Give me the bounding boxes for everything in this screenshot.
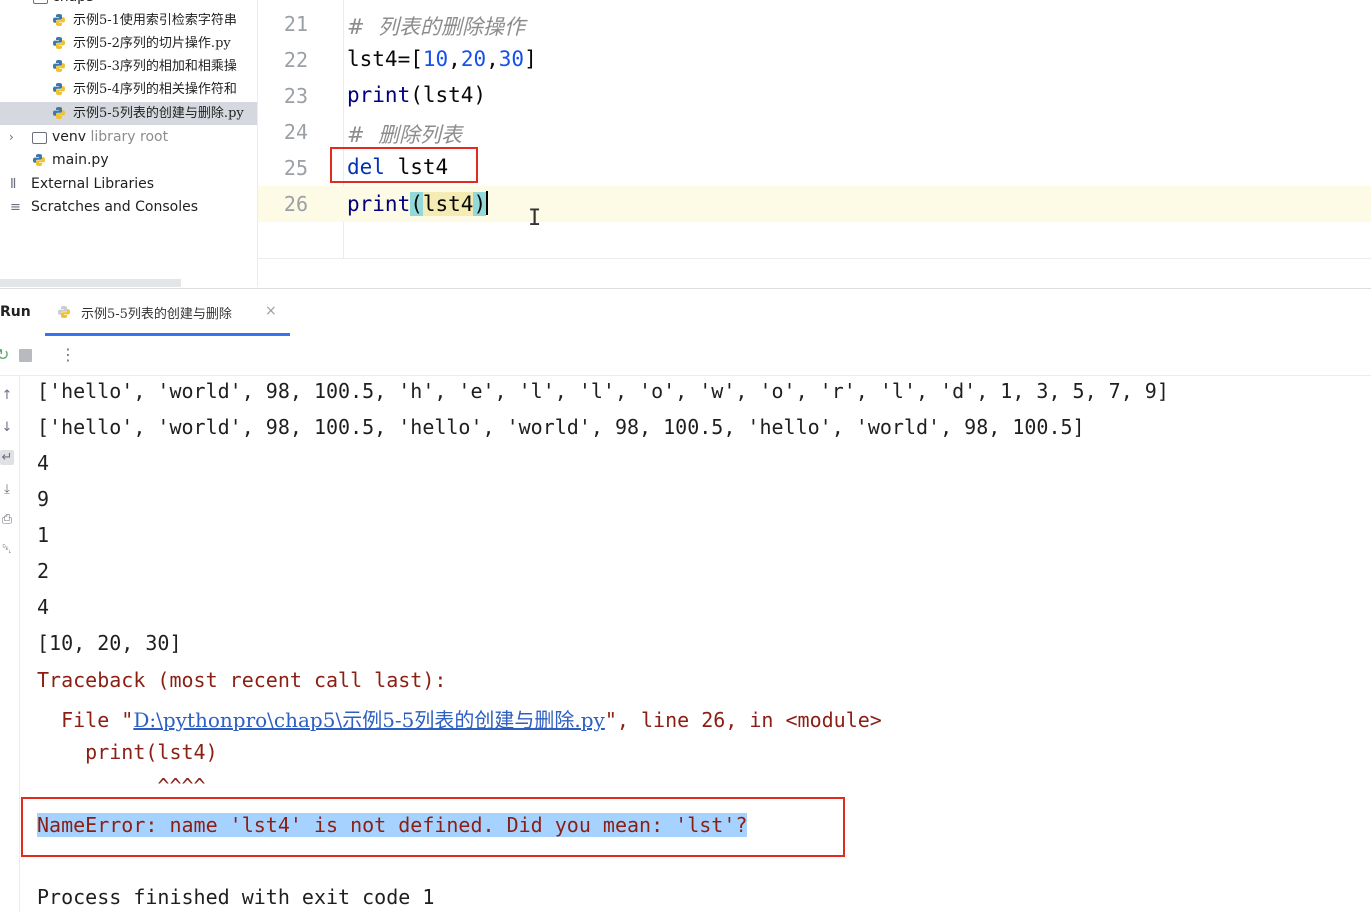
traceback-carets: ^^^^ bbox=[37, 774, 206, 798]
close-icon[interactable]: × bbox=[265, 303, 277, 319]
tree-scratches[interactable]: ≡ Scratches and Consoles bbox=[0, 196, 257, 219]
traceback-source-line: print(lst4) bbox=[37, 740, 218, 764]
console-line: ['hello', 'world', 98, 100.5, 'h', 'e', … bbox=[37, 379, 1169, 403]
project-tree: chap5 示例5-1使用索引检索字符串 示例5-2序列的切片操作.py 示例5… bbox=[0, 0, 258, 287]
tree-folder-chap5[interactable]: chap5 bbox=[0, 0, 257, 9]
file-path-link[interactable]: D:\pythonpro\chap5\示例5-5列表的创建与删除.py bbox=[133, 708, 605, 732]
python-file-icon bbox=[57, 305, 71, 319]
code-text: lst4=[10,20,30] bbox=[347, 47, 537, 71]
line-number: 25 bbox=[283, 156, 308, 180]
code-line[interactable]: 24 # 删除列表 bbox=[258, 114, 1371, 150]
tree-external-libraries[interactable]: Ⅱ External Libraries bbox=[0, 173, 257, 196]
python-file-icon bbox=[52, 13, 66, 27]
python-file-icon bbox=[52, 36, 66, 50]
tree-file-label: 示例5-1使用索引检索字符串 bbox=[73, 13, 237, 28]
tree-file-item[interactable]: 示例5-3序列的相加和相乘操 bbox=[0, 55, 257, 78]
library-icon: Ⅱ bbox=[10, 177, 17, 192]
console-line: 4 bbox=[37, 451, 50, 475]
tree-file-item[interactable]: 示例5-4序列的相关操作符和 bbox=[0, 78, 257, 101]
chevron-right-icon[interactable]: › bbox=[9, 126, 14, 149]
line-number: 24 bbox=[283, 120, 308, 144]
scroll-to-end-icon[interactable]: ⤓ bbox=[0, 482, 14, 497]
tree-folder-venv[interactable]: › venv library root bbox=[0, 126, 257, 149]
console-line: [10, 20, 30] bbox=[37, 631, 182, 655]
code-comment: # 删除列表 bbox=[347, 123, 462, 147]
tree-file-main[interactable]: main.py bbox=[0, 149, 257, 172]
tree-file-item-selected[interactable]: 示例5-5列表的创建与删除.py bbox=[0, 102, 257, 125]
traceback-file-line: File "D:\pythonpro\chap5\示例5-5列表的创建与删除.p… bbox=[37, 708, 882, 732]
tree-file-label: 示例5-4序列的相关操作符和 bbox=[73, 82, 237, 97]
line-number: 22 bbox=[283, 48, 308, 72]
console-line: 1 bbox=[37, 523, 50, 547]
active-tab-indicator bbox=[45, 333, 290, 336]
python-file-icon bbox=[32, 153, 46, 167]
code-line[interactable]: 22 lst4=[10,20,30] bbox=[258, 42, 1371, 78]
tree-file-item[interactable]: 示例5-1使用索引检索字符串 bbox=[0, 9, 257, 32]
tree-item-label: Scratches and Consoles bbox=[31, 199, 198, 215]
code-editor[interactable]: 21 # 列表的删除操作 22 lst4=[10,20,30] 23 print… bbox=[258, 0, 1371, 259]
soft-wrap-icon[interactable]: ↵ bbox=[0, 450, 14, 465]
rerun-icon[interactable]: ↻ bbox=[0, 345, 9, 364]
tree-file-label: 示例5-2序列的切片操作.py bbox=[73, 36, 231, 51]
run-toolbar: ↻ ⋮ bbox=[0, 337, 1371, 376]
trash-icon[interactable]: ␡ bbox=[0, 542, 14, 557]
console-line: 4 bbox=[37, 595, 50, 619]
tree-file-item[interactable]: 示例5-2序列的切片操作.py bbox=[0, 32, 257, 55]
code-line[interactable]: 23 print(lst4) bbox=[258, 78, 1371, 114]
python-file-icon bbox=[52, 82, 66, 96]
run-panel-header: Run 示例5-5列表的创建与删除 × bbox=[0, 288, 1371, 337]
tree-item-label: External Libraries bbox=[31, 176, 154, 192]
traceback-header: Traceback (most recent call last): bbox=[37, 668, 447, 692]
scratches-icon: ≡ bbox=[10, 200, 21, 215]
line-number: 21 bbox=[283, 12, 308, 36]
python-file-icon bbox=[52, 59, 66, 73]
line-number: 23 bbox=[283, 84, 308, 108]
process-exit-message: Process finished with exit code 1 bbox=[37, 885, 435, 909]
text-cursor-icon: I bbox=[528, 206, 542, 231]
python-file-icon bbox=[52, 106, 66, 120]
tree-folder-label: chap5 bbox=[52, 0, 95, 9]
code-line-current[interactable]: 26 print(lst4) bbox=[258, 186, 1371, 222]
library-root-hint: library root bbox=[90, 129, 169, 145]
line-number: 26 bbox=[283, 192, 308, 216]
text-caret bbox=[486, 191, 489, 215]
tree-file-label: main.py bbox=[52, 152, 109, 168]
tree-folder-label: venv library root bbox=[52, 129, 169, 145]
folder-icon bbox=[33, 0, 48, 4]
console-line: 9 bbox=[37, 487, 50, 511]
console-side-toolbar: ↑ ↓ ↵ ⤓ ⎙ ␡ bbox=[0, 376, 20, 912]
down-arrow-icon[interactable]: ↓ bbox=[0, 420, 14, 435]
run-panel-title: Run bbox=[0, 304, 31, 320]
run-tab[interactable]: 示例5-5列表的创建与删除 × bbox=[45, 289, 290, 336]
annotation-box bbox=[21, 797, 845, 857]
annotation-box bbox=[330, 147, 478, 183]
code-line[interactable]: 21 # 列表的删除操作 bbox=[258, 6, 1371, 42]
stop-icon[interactable] bbox=[19, 349, 32, 362]
console-line: ['hello', 'world', 98, 100.5, 'hello', '… bbox=[37, 415, 1085, 439]
more-options-icon[interactable]: ⋮ bbox=[60, 345, 76, 364]
tree-horizontal-scrollbar[interactable] bbox=[0, 279, 181, 287]
tree-file-label: 示例5-3序列的相加和相乘操 bbox=[73, 59, 237, 74]
print-icon[interactable]: ⎙ bbox=[0, 512, 14, 527]
folder-icon bbox=[32, 132, 47, 144]
console-line: 2 bbox=[37, 559, 50, 583]
code-text: print(lst4) bbox=[347, 191, 489, 216]
code-text: print(lst4) bbox=[347, 83, 487, 107]
up-arrow-icon[interactable]: ↑ bbox=[0, 388, 14, 403]
run-tab-label: 示例5-5列表的创建与删除 bbox=[81, 307, 232, 322]
tree-file-label: 示例5-5列表的创建与删除.py bbox=[73, 106, 244, 121]
code-comment: # 列表的删除操作 bbox=[347, 15, 525, 39]
